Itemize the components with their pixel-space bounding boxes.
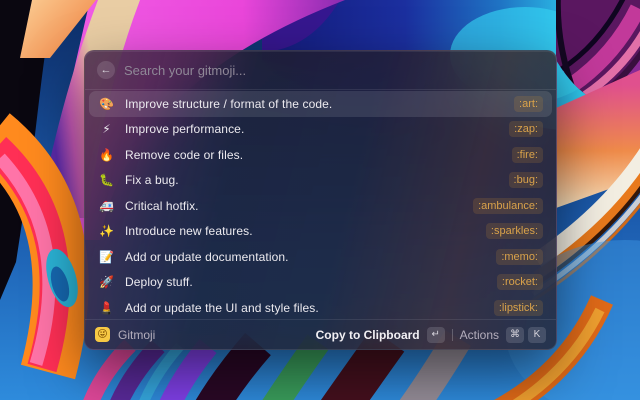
gitmoji-code-badge: :zap: [509,121,543,137]
k-key-icon[interactable]: K [528,327,546,343]
gitmoji-description: Improve structure / format of the code. [125,97,332,111]
list-item[interactable]: ✨ Introduce new features. :sparkles: [89,219,552,245]
footer-separator [452,329,453,341]
search-input[interactable] [124,63,544,78]
gitmoji-emoji: 🚀 [98,275,115,289]
gitmoji-code-badge: :ambulance: [473,198,543,214]
desktop: ← 🎨 Improve structure / format of the cod… [0,0,640,400]
list-item[interactable]: 🚀 Deploy stuff. :rocket: [89,270,552,296]
gitmoji-code-badge: :sparkles: [486,223,543,239]
gitmoji-description: Deploy stuff. [125,275,193,289]
gitmoji-code-badge: :art: [514,96,543,112]
gitmoji-code-badge: :fire: [512,147,543,163]
gitmoji-emoji: 💄 [98,301,115,315]
footer-actions: Copy to Clipboard ↵ Actions ⌘K [316,327,546,343]
copy-to-clipboard-action[interactable]: Copy to Clipboard [316,328,420,342]
command-key-icon[interactable]: ⌘ [506,327,524,343]
gitmoji-code-badge: :memo: [496,249,543,265]
app-name: Gitmoji [118,328,155,342]
list-item[interactable]: 🔥 Remove code or files. :fire: [89,142,552,168]
gitmoji-logo-icon: 😜 [95,327,110,342]
gitmoji-emoji: ⚡ [98,122,115,136]
gitmoji-description: Improve performance. [125,122,244,136]
list-item[interactable]: 📝 Add or update documentation. :memo: [89,244,552,270]
gitmoji-description: Fix a bug. [125,173,179,187]
list-item[interactable]: 💄 Add or update the UI and style files. :l… [89,295,552,319]
gitmoji-code-badge: :lipstick: [494,300,543,316]
actions-menu-button[interactable]: Actions [460,328,499,342]
search-bar: ← [85,51,556,89]
gitmoji-code-badge: :bug: [509,172,543,188]
gitmoji-description: Introduce new features. [125,224,253,238]
gitmoji-description: Critical hotfix. [125,199,199,213]
gitmoji-emoji: 🐛 [98,173,115,187]
list-item[interactable]: 🎨 Improve structure / format of the code.… [89,91,552,117]
footer-bar: 😜 Gitmoji Copy to Clipboard ↵ Actions ⌘K [85,320,556,349]
gitmoji-description: Add or update the UI and style files. [125,301,319,315]
gitmoji-list: 🎨 Improve structure / format of the code.… [85,90,556,319]
gitmoji-description: Add or update documentation. [125,250,289,264]
gitmoji-emoji: 📝 [98,250,115,264]
actions-shortcut-keys: ⌘K [506,327,546,343]
gitmoji-description: Remove code or files. [125,148,243,162]
gitmoji-code-badge: :rocket: [497,274,543,290]
gitmoji-launcher-window: ← 🎨 Improve structure / format of the cod… [84,50,557,350]
gitmoji-emoji: 🎨 [98,97,115,111]
gitmoji-emoji: ✨ [98,224,115,238]
back-button[interactable]: ← [97,61,115,79]
gitmoji-emoji: 🔥 [98,148,115,162]
list-item[interactable]: 🐛 Fix a bug. :bug: [89,168,552,194]
list-item[interactable]: 🚑 Critical hotfix. :ambulance: [89,193,552,219]
return-key-icon[interactable]: ↵ [427,327,445,343]
gitmoji-emoji: 🚑 [98,199,115,213]
list-item[interactable]: ⚡ Improve performance. :zap: [89,117,552,143]
